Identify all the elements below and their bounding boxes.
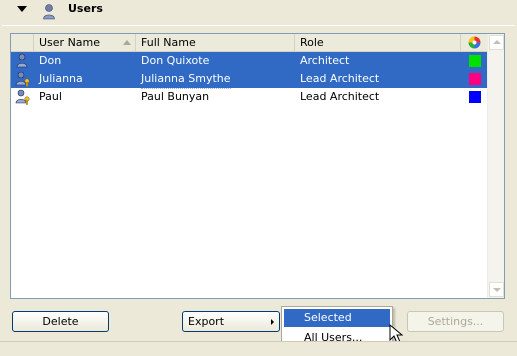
- user-key-icon: [15, 70, 31, 88]
- cell-username: Don: [39, 54, 62, 67]
- section-title: Users: [68, 2, 103, 15]
- cell-role: Architect: [300, 54, 350, 67]
- table-row[interactable]: Don Don Quixote Architect: [11, 52, 488, 70]
- arrow-up-icon: [493, 40, 501, 44]
- table-header: User Name Full Name Role: [11, 34, 488, 52]
- column-header-role[interactable]: Role: [295, 34, 461, 51]
- menu-item-selected-users[interactable]: Selected Users...: [284, 309, 390, 342]
- column-header-fullname-label: Full Name: [141, 36, 196, 49]
- submenu-arrow-icon: [271, 319, 274, 325]
- table-row[interactable]: Julianna Julianna Smythe Lead Architect: [11, 70, 488, 89]
- cell-role: Lead Architect: [300, 72, 380, 85]
- table-body: Don Don Quixote Architect Julianna Julia…: [11, 52, 488, 106]
- color-swatch[interactable]: [469, 73, 481, 85]
- table-row[interactable]: Paul Paul Bunyan Lead Architect: [11, 88, 488, 106]
- color-wheel-icon: [468, 36, 481, 49]
- cell-role: Lead Architect: [300, 90, 380, 103]
- users-table: User Name Full Name Role Don Don Quixote…: [10, 33, 505, 299]
- export-button[interactable]: Export: [182, 311, 280, 332]
- cell-fullname: Don Quixote: [141, 54, 210, 67]
- cell-fullname: Paul Bunyan: [141, 90, 210, 103]
- settings-button[interactable]: Settings...: [407, 311, 504, 332]
- scroll-up-button[interactable]: [489, 35, 504, 50]
- color-swatch[interactable]: [469, 55, 481, 67]
- scroll-down-button[interactable]: [489, 282, 504, 297]
- user-key-icon: [15, 88, 31, 106]
- collapse-triangle-icon[interactable]: [17, 6, 27, 12]
- sort-ascending-icon: [123, 40, 131, 45]
- column-header-fullname[interactable]: Full Name: [136, 34, 295, 51]
- users-icon: [40, 3, 58, 21]
- export-button-label: Export: [188, 315, 225, 328]
- cell-username: Paul: [39, 90, 62, 103]
- column-header-color[interactable]: [461, 34, 488, 51]
- delete-button[interactable]: Delete: [12, 311, 109, 332]
- cell-fullname: Julianna Smythe: [141, 70, 231, 89]
- users-section-header[interactable]: Users: [0, 0, 517, 26]
- column-header-username[interactable]: User Name: [34, 34, 136, 51]
- panel-footer: [0, 341, 517, 356]
- cell-username: Julianna: [39, 72, 83, 85]
- column-header-icon[interactable]: [11, 34, 34, 51]
- vertical-scrollbar[interactable]: [487, 34, 504, 298]
- arrow-down-icon: [493, 288, 501, 292]
- color-swatch[interactable]: [469, 91, 481, 103]
- column-header-username-label: User Name: [39, 36, 101, 49]
- user-icon: [15, 52, 31, 70]
- column-header-role-label: Role: [300, 36, 324, 49]
